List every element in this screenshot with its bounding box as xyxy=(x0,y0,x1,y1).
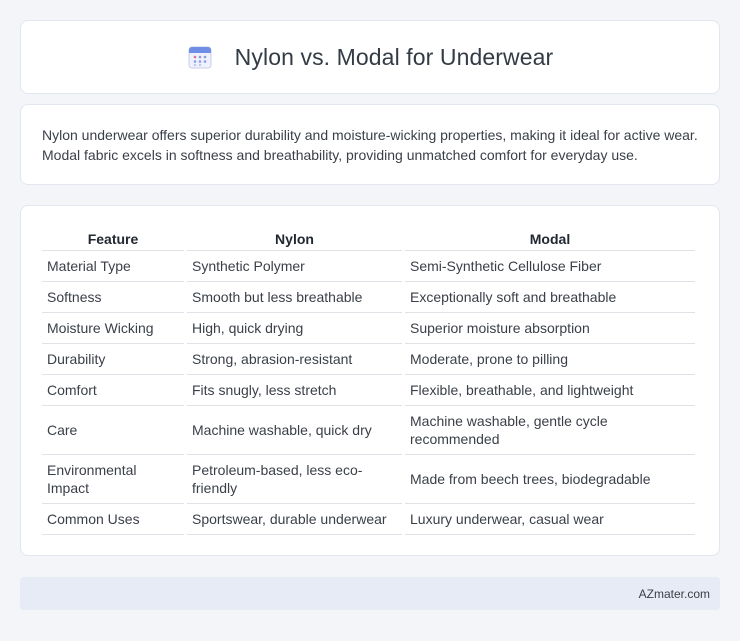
modal-cell: Moderate, prone to pilling xyxy=(405,344,695,375)
feature-cell: Moisture Wicking xyxy=(42,313,184,344)
table-header-row: Feature Nylon Modal xyxy=(42,228,695,251)
nylon-cell: Synthetic Polymer xyxy=(187,251,402,282)
comparison-table: Feature Nylon Modal Material Type Synthe… xyxy=(39,228,698,535)
comparison-table-card: Feature Nylon Modal Material Type Synthe… xyxy=(20,205,720,556)
header-nylon: Nylon xyxy=(187,228,402,251)
modal-cell: Flexible, breathable, and lightweight xyxy=(405,375,695,406)
feature-cell: Material Type xyxy=(42,251,184,282)
table-row: Material Type Synthetic Polymer Semi-Syn… xyxy=(42,251,695,282)
nylon-cell: Sportswear, durable underwear xyxy=(187,504,402,535)
modal-cell: Made from beech trees, biodegradable xyxy=(405,455,695,504)
feature-cell: Comfort xyxy=(42,375,184,406)
modal-cell: Superior moisture absorption xyxy=(405,313,695,344)
nylon-cell: Smooth but less breathable xyxy=(187,282,402,313)
feature-cell: Softness xyxy=(42,282,184,313)
nylon-cell: High, quick drying xyxy=(187,313,402,344)
intro-card: Nylon underwear offers superior durabili… xyxy=(20,104,720,185)
table-row: Comfort Fits snugly, less stretch Flexib… xyxy=(42,375,695,406)
table-row: Care Machine washable, quick dry Machine… xyxy=(42,406,695,455)
feature-cell: Common Uses xyxy=(42,504,184,535)
feature-cell: Durability xyxy=(42,344,184,375)
table-row: Moisture Wicking High, quick drying Supe… xyxy=(42,313,695,344)
title-card: Nylon vs. Modal for Underwear xyxy=(20,20,720,94)
feature-cell: Environmental Impact xyxy=(42,455,184,504)
intro-text: Nylon underwear offers superior durabili… xyxy=(42,127,698,163)
table-row: Environmental Impact Petroleum-based, le… xyxy=(42,455,695,504)
table-row: Durability Strong, abrasion-resistant Mo… xyxy=(42,344,695,375)
modal-cell: Semi-Synthetic Cellulose Fiber xyxy=(405,251,695,282)
footer-site-link[interactable]: AZmater.com xyxy=(639,587,710,601)
modal-cell: Luxury underwear, casual wear xyxy=(405,504,695,535)
nylon-cell: Strong, abrasion-resistant xyxy=(187,344,402,375)
title-wrap: Nylon vs. Modal for Underwear xyxy=(187,44,554,71)
header-feature: Feature xyxy=(42,228,184,251)
modal-cell: Exceptionally soft and breathable xyxy=(405,282,695,313)
footer: AZmater.com xyxy=(20,577,720,610)
modal-cell: Machine washable, gentle cycle recommend… xyxy=(405,406,695,455)
header-modal: Modal xyxy=(405,228,695,251)
page-title: Nylon vs. Modal for Underwear xyxy=(234,43,554,70)
table-row: Common Uses Sportswear, durable underwea… xyxy=(42,504,695,535)
feature-cell: Care xyxy=(42,406,184,455)
nylon-cell: Machine washable, quick dry xyxy=(187,406,402,455)
nylon-cell: Fits snugly, less stretch xyxy=(187,375,402,406)
nylon-cell: Petroleum-based, less eco-friendly xyxy=(187,455,402,504)
calendar-icon xyxy=(187,44,213,70)
table-row: Softness Smooth but less breathable Exce… xyxy=(42,282,695,313)
